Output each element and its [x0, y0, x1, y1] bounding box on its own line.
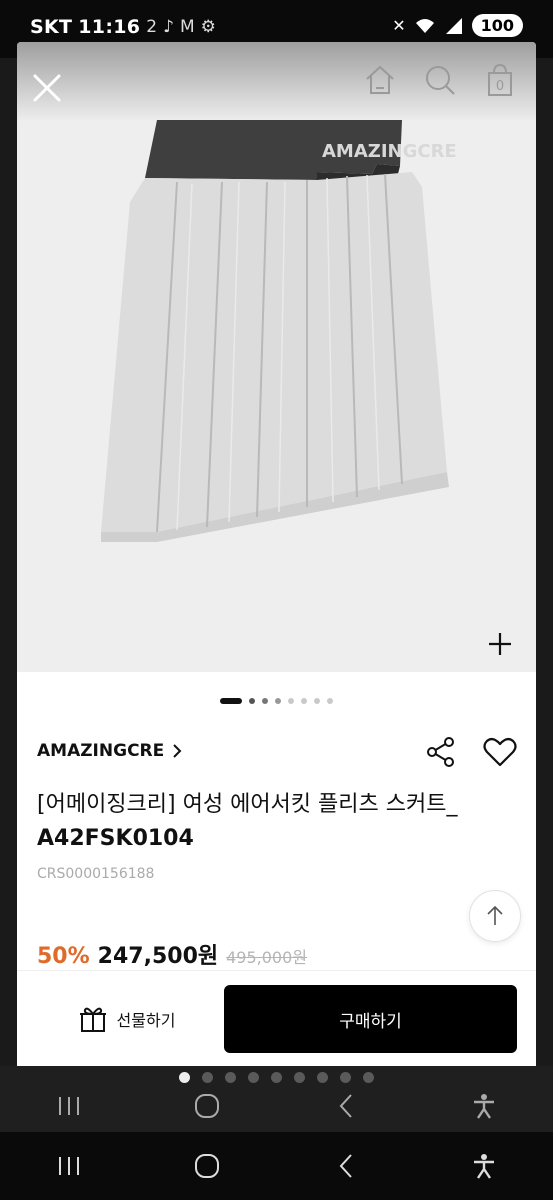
system-recents-button[interactable] [49, 1146, 89, 1186]
page-dot[interactable] [363, 1072, 374, 1083]
buy-button[interactable]: 구매하기 [224, 985, 517, 1053]
share-button[interactable] [425, 736, 457, 768]
battery-indicator: 100 [471, 14, 523, 37]
back-button[interactable] [326, 1086, 366, 1126]
chevron-right-icon [173, 744, 182, 758]
search-button[interactable] [422, 62, 458, 98]
share-icon [427, 737, 454, 767]
status-left: SKT 11:16 2 ♪ M ⚙ [30, 16, 216, 38]
arrow-up-icon [487, 905, 503, 925]
buy-label: 구매하기 [339, 1011, 402, 1032]
page-dot[interactable] [202, 1072, 213, 1083]
signal-icon [445, 17, 462, 34]
title-line-1: [어메이징크리] 여성 에어서킷 플리츠 스커트_ [37, 792, 458, 817]
gallery-dot[interactable] [314, 698, 320, 704]
discount-rate: 50% [37, 944, 90, 969]
home-circle-icon [195, 1094, 220, 1118]
gift-icon [79, 1007, 106, 1032]
search-icon [426, 66, 455, 95]
gallery-dot[interactable] [288, 698, 294, 704]
original-price: 495,000원 [226, 948, 308, 967]
home-circle-icon [195, 1154, 220, 1178]
mute-icon: ✕ [392, 16, 406, 35]
plus-icon [489, 633, 511, 655]
home-icon [366, 65, 394, 94]
gallery-indicator [17, 698, 536, 704]
product-page: AMAZINGCRE 0 AMAZINGCRE [어메이징크리] 여성 에어서킷… [17, 42, 536, 1066]
page-dot[interactable] [225, 1072, 236, 1083]
accessibility-icon [473, 1094, 494, 1119]
gallery-dot[interactable] [249, 698, 255, 704]
sale-price: 247,500원 [97, 944, 219, 969]
system-back-button[interactable] [326, 1146, 366, 1186]
cart-count: 0 [496, 79, 504, 94]
gallery-dot[interactable] [327, 698, 333, 704]
product-code: CRS0000156188 [37, 866, 155, 882]
recent-apps-bar [0, 1066, 553, 1132]
notification-icons: 2 ♪ M ⚙ [146, 17, 217, 37]
gallery-dot[interactable] [220, 698, 242, 704]
page-dot[interactable] [248, 1072, 259, 1083]
system-home-button[interactable] [187, 1146, 227, 1186]
product-image[interactable]: AMAZINGCRE 0 [17, 42, 536, 672]
gift-button[interactable]: 선물하기 [37, 985, 217, 1053]
accessibility-icon [473, 1154, 494, 1179]
product-title: [어메이징크리] 여성 에어서킷 플리츠 스커트_ A42FSK0104 [37, 788, 517, 856]
accessibility-button[interactable] [464, 1086, 504, 1126]
phone-screen: SKT 11:16 2 ♪ M ⚙ ✕ 100 AMAZINGCRE 0 AMA… [0, 0, 553, 1200]
page-indicator [0, 1072, 553, 1083]
system-nav-bar [0, 1132, 553, 1200]
heart-icon [483, 737, 517, 767]
home-nav-button[interactable] [187, 1086, 227, 1126]
gallery-dot[interactable] [275, 698, 281, 704]
header-overlay [17, 42, 536, 122]
gift-label: 선물하기 [116, 1011, 176, 1030]
cart-button[interactable]: 0 [482, 62, 518, 98]
page-dot[interactable] [179, 1072, 190, 1083]
inner-nav-row [0, 1086, 553, 1126]
wishlist-button[interactable] [483, 736, 517, 768]
brand-row: AMAZINGCRE [37, 736, 517, 770]
page-dot[interactable] [340, 1072, 351, 1083]
close-button[interactable] [29, 70, 65, 106]
gallery-dot[interactable] [262, 698, 268, 704]
home-button[interactable] [362, 62, 398, 98]
carrier: SKT [30, 16, 73, 38]
clock: 11:16 [78, 16, 141, 38]
back-icon [339, 1154, 352, 1178]
waistband-logo: AMAZINGCRE [322, 141, 457, 162]
purchase-bar: 선물하기 구매하기 [17, 970, 536, 1066]
skirt-illustration: AMAZINGCRE [101, 120, 457, 542]
gallery-dot[interactable] [301, 698, 307, 704]
brand-link[interactable]: AMAZINGCRE [37, 741, 182, 761]
price-row: 50% 247,500원 495,000원 [37, 938, 307, 970]
title-line-2: A42FSK0104 [37, 826, 194, 851]
system-nav-row [0, 1146, 553, 1186]
page-dot[interactable] [317, 1072, 328, 1083]
recents-button[interactable] [49, 1086, 89, 1126]
system-accessibility-button[interactable] [464, 1146, 504, 1186]
zoom-button[interactable] [486, 630, 514, 658]
brand-name: AMAZINGCRE [37, 741, 165, 761]
recents-icon [59, 1097, 80, 1115]
back-icon [339, 1094, 352, 1118]
scroll-top-button[interactable] [469, 890, 521, 942]
page-dot[interactable] [294, 1072, 305, 1083]
recents-icon [59, 1157, 80, 1175]
status-right: ✕ 100 [392, 14, 523, 37]
page-dot[interactable] [271, 1072, 282, 1083]
wifi-icon [415, 18, 434, 33]
close-icon [33, 74, 61, 102]
cart-icon: 0 [488, 63, 512, 96]
